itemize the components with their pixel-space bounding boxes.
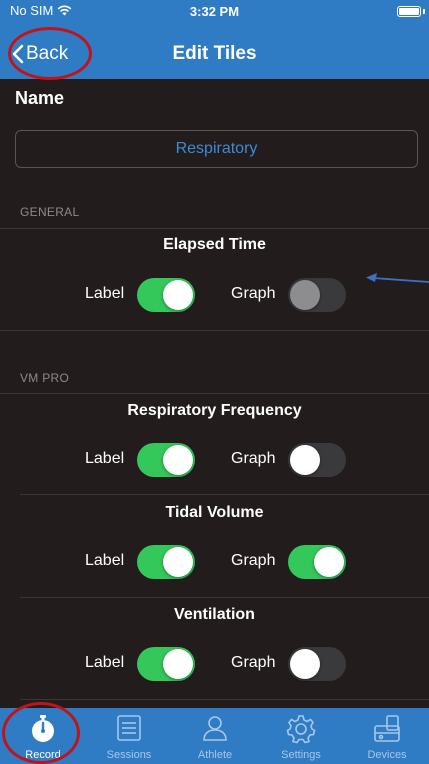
- tab-athlete[interactable]: Athlete: [172, 708, 258, 764]
- label-toggle-ventilation[interactable]: [137, 647, 195, 681]
- tile-name-input[interactable]: [15, 130, 418, 168]
- status-bar: No SIM 3:32 PM: [0, 0, 429, 24]
- toggle-knob: [163, 547, 193, 577]
- label-toggle-caption: Label: [85, 552, 125, 569]
- devices-icon: [344, 714, 429, 744]
- tile-title-respiratory-frequency: Respiratory Frequency: [127, 402, 302, 419]
- label-toggle-caption: Label: [85, 654, 125, 671]
- name-label: Name: [15, 88, 65, 108]
- stopwatch-icon: [0, 714, 86, 744]
- toggle-knob: [290, 280, 320, 310]
- label-toggle-tidal-volume[interactable]: [137, 545, 195, 579]
- label-toggle-caption: Label: [85, 285, 125, 302]
- graph-toggle-respiratory-frequency[interactable]: [288, 443, 346, 477]
- tile-row-tidal-volume: Label Graph: [0, 545, 429, 581]
- tab-label: Settings: [281, 749, 321, 761]
- page-title: Edit Tiles: [172, 43, 257, 64]
- tab-settings[interactable]: Settings: [258, 708, 344, 764]
- battery-tip: [423, 9, 425, 14]
- section-header-general: GENERAL: [20, 205, 80, 219]
- label-toggle-caption: Label: [85, 450, 125, 467]
- tab-record[interactable]: Record: [0, 708, 86, 764]
- annotation-arrow: [366, 273, 429, 283]
- tile-row-ventilation: Label Graph: [0, 647, 429, 683]
- tile-row-respiratory-frequency: Label Graph: [0, 443, 429, 479]
- tab-label: Athlete: [197, 749, 233, 761]
- navigation-bar: No SIM 3:32 PM Back Edit Tiles: [0, 0, 429, 79]
- tab-label: Sessions: [106, 749, 152, 761]
- toggle-knob: [290, 649, 320, 679]
- person-icon: [172, 714, 258, 744]
- toggle-knob: [314, 547, 344, 577]
- gear-icon: [258, 714, 344, 744]
- divider: [0, 330, 429, 331]
- label-toggle-elapsed-time[interactable]: [137, 278, 195, 312]
- tile-title-elapsed-time: Elapsed Time: [163, 236, 266, 253]
- tab-bar: Record Sessions Athlete Settings Devices: [0, 708, 429, 764]
- graph-toggle-caption: Graph: [231, 285, 276, 302]
- divider: [0, 393, 429, 394]
- section-header-vm-pro: VM PRO: [20, 371, 70, 385]
- graph-toggle-ventilation[interactable]: [288, 647, 346, 681]
- divider: [0, 228, 429, 229]
- tab-label: Devices: [367, 749, 407, 761]
- toggle-knob: [163, 280, 193, 310]
- status-time: 3:32 PM: [189, 4, 240, 19]
- toggle-knob: [290, 445, 320, 475]
- tile-title-tidal-volume: Tidal Volume: [165, 504, 264, 521]
- divider: [20, 699, 429, 700]
- tab-sessions[interactable]: Sessions: [86, 708, 172, 764]
- label-toggle-respiratory-frequency[interactable]: [137, 443, 195, 477]
- graph-toggle-caption: Graph: [231, 654, 276, 671]
- graph-toggle-caption: Graph: [231, 552, 276, 569]
- divider: [20, 494, 429, 495]
- toggle-knob: [163, 649, 193, 679]
- toggle-knob: [163, 445, 193, 475]
- tab-devices[interactable]: Devices: [344, 708, 429, 764]
- tab-label: Record: [25, 749, 61, 761]
- list-icon: [86, 714, 172, 744]
- graph-toggle-tidal-volume[interactable]: [288, 545, 346, 579]
- graph-toggle-caption: Graph: [231, 450, 276, 467]
- graph-toggle-elapsed-time[interactable]: [288, 278, 346, 312]
- tile-title-ventilation: Ventilation: [174, 606, 255, 623]
- battery-icon: [397, 6, 421, 17]
- divider: [20, 597, 429, 598]
